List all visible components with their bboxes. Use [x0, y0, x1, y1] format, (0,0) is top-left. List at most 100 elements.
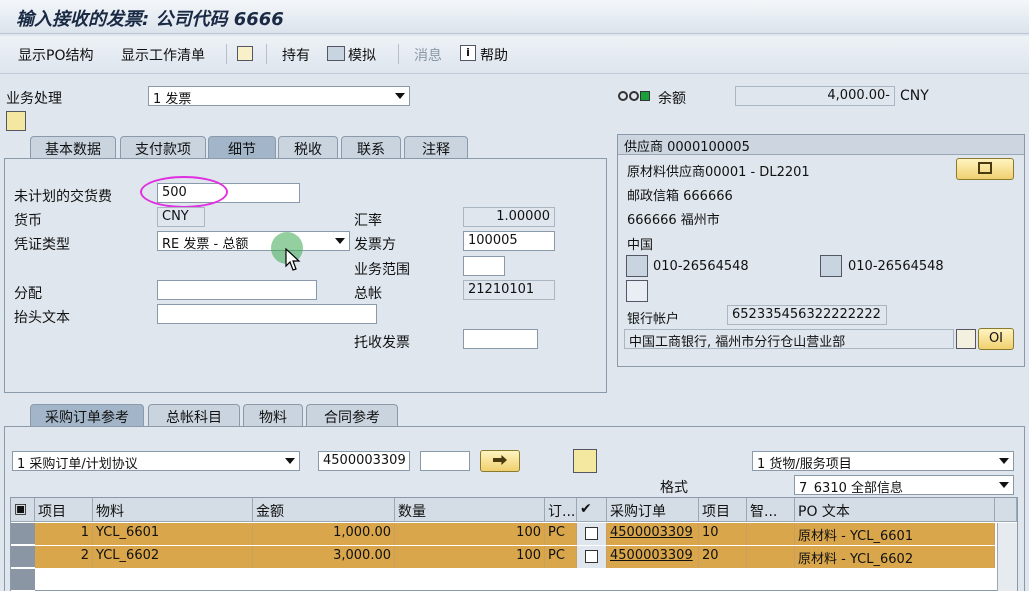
row-po-link[interactable]: 4500003309 [607, 546, 699, 568]
col-po-item[interactable]: 项目 [699, 498, 747, 522]
transfer-button[interactable] [480, 450, 520, 472]
currency-label: 货币 [14, 213, 42, 229]
chevron-down-icon[interactable] [333, 234, 347, 248]
doc-type-select[interactable]: RE 发票 - 总额 [157, 231, 350, 251]
help-icon[interactable]: i [460, 45, 476, 61]
chevron-down-icon[interactable] [393, 89, 407, 103]
search-po-icon[interactable] [573, 449, 597, 473]
show-po-structure-button[interactable]: 显示PO结构 [18, 45, 93, 65]
row-material: YCL_6601 [93, 523, 253, 545]
toolbar-separator [226, 44, 227, 64]
row-po-item: 20 [699, 546, 747, 568]
col-quantity[interactable]: 数量 [395, 498, 545, 522]
row-selector[interactable] [11, 569, 35, 591]
po-number-input[interactable]: 4500003309 [318, 451, 410, 471]
po-item-input[interactable] [420, 451, 470, 471]
select-all-icon[interactable]: ▣ [11, 498, 35, 522]
toolbar-separator [398, 44, 399, 64]
balance-label: 余额 [658, 91, 686, 107]
business-area-input[interactable] [463, 256, 505, 276]
arrow-right-icon [493, 455, 507, 465]
row-smart [747, 523, 795, 545]
row-item: 2 [35, 546, 93, 568]
assignment-label: 分配 [14, 286, 42, 302]
tab-payment[interactable]: 支付款项 [120, 136, 206, 158]
collect-invoice-input[interactable] [463, 329, 538, 349]
reference-type-select[interactable]: 1 采购订单/计划协议 [12, 451, 300, 471]
invoicing-party-label: 发票方 [354, 237, 396, 253]
oi-button[interactable]: OI [978, 328, 1014, 350]
vendor-master-button[interactable] [956, 158, 1014, 180]
show-worklist-button[interactable]: 显示工作清单 [121, 45, 205, 65]
watermark: CSDN @SAP剑客 [872, 570, 978, 585]
fax-icon[interactable] [820, 255, 842, 277]
tab-material[interactable]: 物料 [243, 404, 303, 426]
delete-icon[interactable] [626, 280, 648, 302]
invoicing-party-input[interactable]: 100005 [463, 231, 555, 251]
layout-select[interactable]: 7_6310 全部信息 [794, 475, 1014, 495]
col-smart[interactable]: 智... [747, 498, 795, 522]
vertical-scrollbar[interactable] [997, 523, 1017, 591]
vendor-fax: 010-26564548 [848, 259, 944, 274]
tab-po-reference[interactable]: 采购订单参考 [30, 404, 144, 426]
col-po[interactable]: 采购订单 [607, 498, 699, 522]
col-amount[interactable]: 金额 [253, 498, 395, 522]
col-material[interactable]: 物料 [93, 498, 253, 522]
tab-details[interactable]: 细节 [208, 136, 276, 158]
hold-button[interactable]: 持有 [282, 45, 310, 65]
tab-contract-reference[interactable]: 合同参考 [306, 404, 398, 426]
col-po-text[interactable]: PO 文本 [795, 498, 995, 522]
layout-label: 格式 [660, 480, 688, 496]
row-po-link[interactable]: 4500003309 [607, 523, 699, 545]
gl-account-field: 21210101 [463, 280, 555, 300]
simulate-icon[interactable] [327, 46, 345, 61]
col-check-icon[interactable]: ✔ [577, 498, 607, 522]
row-amount[interactable]: 3,000.00 [253, 546, 395, 568]
assignment-input[interactable] [157, 280, 317, 300]
calculator-icon[interactable] [956, 329, 976, 349]
row-checkbox[interactable] [585, 527, 598, 540]
row-selector[interactable] [11, 523, 35, 545]
doc-type-label: 凭证类型 [14, 237, 70, 253]
header-text-label: 抬头文本 [14, 310, 70, 326]
col-item[interactable]: 项目 [35, 498, 93, 522]
vendor-name: 原材料供应商00001 - DL2201 [627, 165, 810, 180]
balance-currency: CNY [900, 88, 929, 104]
tab-tax[interactable]: 税收 [278, 136, 338, 158]
row-selector[interactable] [11, 546, 35, 568]
vendor-header-text: 供应商 0000100005 [624, 140, 750, 155]
layout-toggle-icon[interactable] [6, 111, 26, 131]
unplanned-cost-label: 未计划的交货费 [14, 189, 112, 205]
row-quantity[interactable]: 100 [395, 546, 545, 568]
header-text-input[interactable] [157, 304, 377, 324]
column-settings-icon[interactable] [995, 498, 1017, 522]
gl-account-label: 总帐 [354, 286, 382, 302]
exchange-rate-field: 1.00000 [463, 207, 555, 227]
phone-icon[interactable] [626, 255, 648, 277]
chevron-down-icon[interactable] [997, 478, 1011, 492]
col-order-unit[interactable]: 订... [545, 498, 577, 522]
tab-basic-data[interactable]: 基本数据 [30, 136, 116, 158]
chevron-down-icon[interactable] [997, 454, 1011, 468]
tab-contact[interactable]: 联系 [341, 136, 401, 158]
row-quantity[interactable]: 100 [395, 523, 545, 545]
vendor-po-box: 邮政信箱 666666 [627, 189, 733, 204]
item-list-select[interactable]: 1 货物/服务项目 [752, 451, 1014, 471]
transaction-select[interactable]: 1 发票 [148, 86, 410, 106]
row-smart [747, 546, 795, 568]
row-amount[interactable]: 1,000.00 [253, 523, 395, 545]
help-button[interactable]: 帮助 [480, 45, 508, 65]
row-po-text: 原材料 - YCL_6601 [795, 523, 995, 545]
simulate-button[interactable]: 模拟 [348, 45, 376, 65]
traffic-light-icon [618, 90, 652, 102]
document-icon[interactable] [237, 46, 253, 61]
vendor-city: 666666 福州市 [627, 213, 720, 228]
messages-button[interactable]: 消息 [414, 45, 442, 65]
chevron-down-icon[interactable] [283, 454, 297, 468]
row-checkbox[interactable] [585, 550, 598, 563]
bank-account-label: 银行帐户 [627, 312, 680, 327]
tab-notes[interactable]: 注释 [404, 136, 468, 158]
reference-type-value: 1 采购订单/计划协议 [17, 457, 138, 471]
tab-gl-account[interactable]: 总帐科目 [148, 404, 240, 426]
page-title: 输入接收的发票: 公司代码 6666 [16, 9, 284, 30]
